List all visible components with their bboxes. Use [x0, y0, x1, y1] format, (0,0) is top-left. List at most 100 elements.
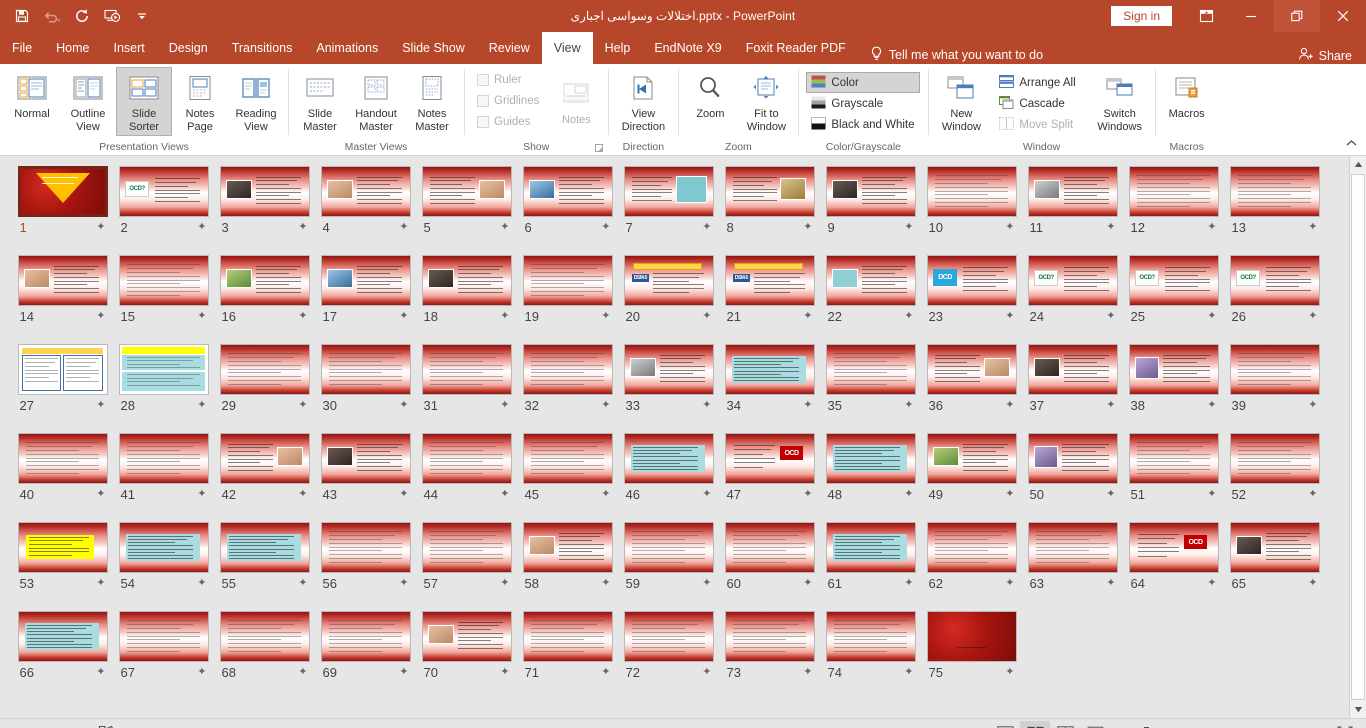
- slide-thumbnail-cell[interactable]: 40 ✦: [12, 433, 113, 522]
- animation-star-icon[interactable]: ✦: [500, 487, 509, 502]
- slide-thumbnail[interactable]: [926, 344, 1017, 395]
- slide-thumbnail[interactable]: [118, 344, 209, 395]
- slide-thumbnail-cell[interactable]: OCD? 26 ✦: [1224, 255, 1325, 344]
- slide-thumbnail[interactable]: [825, 255, 916, 306]
- slide-thumbnail[interactable]: [320, 611, 411, 662]
- slide-thumbnail[interactable]: [926, 611, 1017, 662]
- animation-star-icon[interactable]: ✦: [96, 398, 105, 413]
- slide-thumbnail-cell[interactable]: 67 ✦: [113, 611, 214, 700]
- slide-thumbnail[interactable]: OCD?: [1027, 255, 1118, 306]
- slide-thumbnail-cell[interactable]: 17 ✦: [315, 255, 416, 344]
- animation-star-icon[interactable]: ✦: [197, 576, 206, 591]
- slide-thumbnail-cell[interactable]: 30 ✦: [315, 344, 416, 433]
- tell-me-search[interactable]: Tell me what you want to do: [870, 46, 1043, 64]
- animation-star-icon[interactable]: ✦: [1106, 309, 1115, 324]
- slide-thumbnail-cell[interactable]: 49 ✦: [921, 433, 1022, 522]
- slide-thumbnail[interactable]: [825, 522, 916, 573]
- slide-thumbnail-cell[interactable]: 41 ✦: [113, 433, 214, 522]
- animation-star-icon[interactable]: ✦: [702, 665, 711, 680]
- animation-star-icon[interactable]: ✦: [399, 576, 408, 591]
- view-direction-button[interactable]: View Direction: [612, 67, 674, 136]
- slide-thumbnail[interactable]: [522, 433, 613, 484]
- animation-star-icon[interactable]: ✦: [803, 487, 812, 502]
- animation-star-icon[interactable]: ✦: [904, 398, 913, 413]
- slide-thumbnail-cell[interactable]: 13 ✦: [1224, 166, 1325, 255]
- slide-thumbnail-cell[interactable]: 70 ✦: [416, 611, 517, 700]
- slide-thumbnail[interactable]: [926, 433, 1017, 484]
- slide-thumbnail[interactable]: [724, 344, 815, 395]
- slide-thumbnail[interactable]: [219, 433, 310, 484]
- animation-star-icon[interactable]: ✦: [500, 576, 509, 591]
- slide-thumbnail[interactable]: [1229, 433, 1320, 484]
- animation-star-icon[interactable]: ✦: [399, 665, 408, 680]
- animation-star-icon[interactable]: ✦: [803, 398, 812, 413]
- animation-star-icon[interactable]: ✦: [702, 309, 711, 324]
- animation-star-icon[interactable]: ✦: [803, 665, 812, 680]
- slide-thumbnail-cell[interactable]: 10 ✦: [921, 166, 1022, 255]
- slide-thumbnail[interactable]: [421, 522, 512, 573]
- slide-thumbnail-cell[interactable]: 19 ✦: [517, 255, 618, 344]
- tab-file[interactable]: File: [0, 32, 45, 64]
- slide-thumbnail[interactable]: [926, 166, 1017, 217]
- slide-thumbnail-cell[interactable]: 12 ✦: [1123, 166, 1224, 255]
- slide-thumbnail[interactable]: [219, 522, 310, 573]
- slide-thumbnail-cell[interactable]: OCD? 25 ✦: [1123, 255, 1224, 344]
- switch-windows-button[interactable]: Switch Windows: [1089, 67, 1151, 136]
- animation-star-icon[interactable]: ✦: [197, 487, 206, 502]
- slide-thumbnail-cell[interactable]: 50 ✦: [1022, 433, 1123, 522]
- slide-thumbnail[interactable]: [522, 255, 613, 306]
- notes-button[interactable]: Notes: [548, 73, 604, 130]
- animation-star-icon[interactable]: ✦: [399, 309, 408, 324]
- slide-thumbnail-cell[interactable]: 53 ✦: [12, 522, 113, 611]
- slide-thumbnail-cell[interactable]: OCD? 24 ✦: [1022, 255, 1123, 344]
- animation-star-icon[interactable]: ✦: [399, 487, 408, 502]
- normal-view-status-button[interactable]: [990, 721, 1020, 728]
- tab-endnote-x9[interactable]: EndNote X9: [642, 32, 733, 64]
- animation-star-icon[interactable]: ✦: [96, 309, 105, 324]
- slide-thumbnail-cell[interactable]: 29 ✦: [214, 344, 315, 433]
- slide-thumbnail[interactable]: [825, 166, 916, 217]
- slide-thumbnail[interactable]: [320, 255, 411, 306]
- slide-thumbnail-cell[interactable]: 55 ✦: [214, 522, 315, 611]
- animation-star-icon[interactable]: ✦: [1005, 487, 1014, 502]
- animation-star-icon[interactable]: ✦: [96, 220, 105, 235]
- slide-thumbnail-cell[interactable]: 62 ✦: [921, 522, 1022, 611]
- guides-checkbox[interactable]: Guides: [472, 111, 544, 132]
- save-icon[interactable]: [8, 3, 36, 29]
- animation-star-icon[interactable]: ✦: [298, 487, 307, 502]
- animation-star-icon[interactable]: ✦: [298, 576, 307, 591]
- slide-thumbnail[interactable]: [522, 522, 613, 573]
- slide-sorter-view-status-button[interactable]: [1020, 720, 1050, 728]
- slide-thumbnail-cell[interactable]: 52 ✦: [1224, 433, 1325, 522]
- animation-star-icon[interactable]: ✦: [1308, 487, 1317, 502]
- animation-star-icon[interactable]: ✦: [601, 309, 610, 324]
- animation-star-icon[interactable]: ✦: [1005, 665, 1014, 680]
- slide-thumbnail[interactable]: [421, 255, 512, 306]
- slide-master-button[interactable]: Slide Master: [292, 67, 348, 136]
- black-and-white-button[interactable]: Black and White: [806, 114, 919, 135]
- animation-star-icon[interactable]: ✦: [500, 309, 509, 324]
- animation-star-icon[interactable]: ✦: [1207, 220, 1216, 235]
- animation-star-icon[interactable]: ✦: [702, 220, 711, 235]
- slide-thumbnail[interactable]: [118, 611, 209, 662]
- animation-star-icon[interactable]: ✦: [1207, 398, 1216, 413]
- animation-star-icon[interactable]: ✦: [500, 398, 509, 413]
- slide-grid-pane[interactable]: 1 ✦ OCD? 2 ✦ 3 ✦ 4 ✦ 5 ✦ 6 ✦ 7 ✦ 8 ✦ 9 ✦…: [0, 156, 1349, 718]
- tab-foxit-reader-pdf[interactable]: Foxit Reader PDF: [734, 32, 858, 64]
- slide-thumbnail-cell[interactable]: 7 ✦: [618, 166, 719, 255]
- slide-thumbnail[interactable]: DCD: [926, 255, 1017, 306]
- minimize-icon[interactable]: [1228, 0, 1274, 32]
- share-button[interactable]: Share: [1298, 47, 1366, 64]
- slide-thumbnail-cell[interactable]: 37 ✦: [1022, 344, 1123, 433]
- slide-thumbnail[interactable]: [219, 166, 310, 217]
- animation-star-icon[interactable]: ✦: [1005, 576, 1014, 591]
- tab-home[interactable]: Home: [44, 32, 101, 64]
- slide-thumbnail[interactable]: [623, 344, 714, 395]
- slide-thumbnail-cell[interactable]: 57 ✦: [416, 522, 517, 611]
- slide-thumbnail[interactable]: [724, 166, 815, 217]
- animation-star-icon[interactable]: ✦: [803, 220, 812, 235]
- slide-thumbnail[interactable]: [1027, 166, 1118, 217]
- tab-review[interactable]: Review: [477, 32, 542, 64]
- animation-star-icon[interactable]: ✦: [1106, 487, 1115, 502]
- slide-thumbnail-cell[interactable]: DCD 23 ✦: [921, 255, 1022, 344]
